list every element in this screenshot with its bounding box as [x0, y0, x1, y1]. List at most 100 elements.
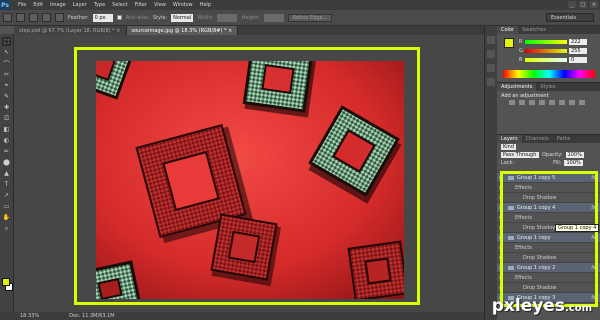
menu-image[interactable]: Image — [50, 2, 66, 8]
hue-saturation-icon[interactable] — [559, 100, 565, 105]
crop-icon[interactable]: ✂ — [2, 70, 11, 79]
lock-label: Lock: — [501, 160, 515, 166]
hand-icon[interactable]: ✋ — [2, 213, 11, 222]
height-label: Height: — [241, 14, 260, 21]
color-balance-icon[interactable] — [569, 100, 575, 105]
blur-icon[interactable]: ⬤ — [2, 158, 11, 167]
vibrance-icon[interactable] — [549, 100, 555, 105]
tab-paths[interactable]: Paths — [553, 135, 575, 143]
watermark-main: pxleyes — [491, 296, 565, 316]
canvas-highlight-box — [74, 47, 420, 305]
slider-g[interactable]: G 255 — [519, 48, 587, 54]
watermark-suffix: .com — [564, 303, 592, 314]
menu-layer[interactable]: Layer — [73, 2, 87, 8]
minimize-button[interactable]: _ — [568, 1, 576, 8]
black-white-icon[interactable] — [579, 100, 585, 105]
maximize-button[interactable]: □ — [579, 1, 587, 8]
photoshop-logo: Ps — [0, 0, 10, 10]
zoom-icon[interactable]: ⌕ — [2, 224, 11, 233]
new-selection-icon[interactable] — [16, 13, 25, 22]
tab-sourceimage[interactable]: sourceimage.jpg @ 18.3% (RGB/8#) * × — [126, 26, 239, 35]
width-input[interactable] — [217, 13, 238, 22]
adjustments-title: Add an adjustment — [501, 93, 549, 99]
add-selection-icon[interactable] — [29, 13, 38, 22]
channel-r-value[interactable]: 222 — [569, 39, 587, 45]
lasso-icon[interactable]: ⌒ — [2, 59, 11, 68]
stamp-icon[interactable]: ⎚ — [2, 114, 11, 123]
blend-mode-select[interactable]: Pass Through — [501, 152, 539, 158]
refine-edge-button[interactable]: Refine Edge... — [287, 13, 333, 22]
color-panel-swatch[interactable] — [504, 38, 514, 48]
menu-file[interactable]: File — [18, 2, 26, 8]
close-button[interactable]: × — [590, 1, 598, 8]
blend-row: Pass Through Opacity: 100% — [497, 151, 600, 159]
color-panel: R 222 G 255 B 0 — [497, 34, 600, 82]
type-icon[interactable]: T — [2, 180, 11, 189]
brush-panel-icon[interactable] — [487, 78, 495, 86]
tab-channels[interactable]: Channels — [522, 135, 553, 143]
marquee-icon[interactable]: ⬚ — [2, 37, 11, 46]
opacity-input[interactable]: 100% — [565, 152, 584, 158]
tab-adjustments[interactable]: Adjustments — [497, 83, 537, 91]
channel-b-value[interactable]: 0 — [569, 57, 587, 63]
slider-g-bar[interactable] — [525, 49, 567, 53]
menu-type[interactable]: Type — [94, 2, 105, 8]
slider-r[interactable]: R 222 — [519, 39, 587, 45]
path-select-icon[interactable]: ↗ — [2, 191, 11, 200]
adjustments-panel: Adjustments Styles Add an adjustment — [497, 82, 600, 112]
properties-panel-icon[interactable] — [487, 50, 495, 58]
gradient-icon[interactable]: ✏ — [2, 147, 11, 156]
subtract-selection-icon[interactable] — [42, 13, 51, 22]
eraser-icon[interactable]: ◐ — [2, 136, 11, 145]
slider-r-bar[interactable] — [525, 40, 567, 44]
brush-icon[interactable]: ✚ — [2, 103, 11, 112]
brightness-icon[interactable] — [509, 100, 515, 105]
tab-styles[interactable]: Styles — [536, 83, 559, 91]
adjustments-tabs: Adjustments Styles — [497, 83, 600, 91]
menu-window[interactable]: Window — [173, 2, 193, 8]
kind-filter-select[interactable]: Kind — [501, 144, 517, 150]
intersect-selection-icon[interactable] — [55, 13, 64, 22]
color-spectrum[interactable] — [503, 70, 595, 78]
feather-label: Feather: — [68, 14, 89, 21]
channel-g-value[interactable]: 255 — [569, 48, 587, 54]
adjustment-icons — [509, 100, 589, 105]
tab-layers[interactable]: Layers — [497, 135, 522, 143]
tab-step-psd[interactable]: step.psd @ 67.7% (Layer 18, RGB/8) * × — [14, 26, 127, 35]
fill-input[interactable]: 100% — [564, 160, 583, 166]
menu-view[interactable]: View — [154, 2, 166, 8]
history-panel-icon[interactable] — [487, 36, 495, 44]
shape-icon[interactable]: ▭ — [2, 202, 11, 211]
info-panel-icon[interactable] — [487, 64, 495, 72]
levels-icon[interactable] — [519, 100, 525, 105]
zoom-level[interactable]: 18.33% — [20, 313, 39, 319]
history-brush-icon[interactable]: ◧ — [2, 125, 11, 134]
channel-g-label: G — [519, 48, 523, 54]
curves-icon[interactable] — [529, 100, 535, 105]
doc-size: Doc: 11.3M/63.1M — [69, 313, 115, 319]
dodge-icon[interactable]: ▲ — [2, 169, 11, 178]
tab-color[interactable]: Color — [497, 26, 519, 34]
slider-b[interactable]: B 0 — [519, 57, 587, 63]
tab-swatches[interactable]: Swatches — [518, 26, 550, 34]
menu-select[interactable]: Select — [112, 2, 127, 8]
style-label: Style: — [152, 14, 168, 21]
color-panel-tabs: Color Swatches — [497, 26, 600, 34]
menu-help[interactable]: Help — [200, 2, 211, 8]
status-bar: 18.33% Doc: 11.3M/63.1M — [0, 312, 484, 320]
slider-b-bar[interactable] — [525, 58, 567, 62]
menu-filter[interactable]: Filter — [135, 2, 147, 8]
feather-input[interactable]: 0 px — [92, 13, 113, 22]
workspace-select[interactable]: Essentials — [546, 13, 594, 22]
marquee-tool-icon[interactable] — [3, 13, 12, 22]
style-select[interactable]: Normal — [171, 13, 194, 22]
antialias-checkbox[interactable] — [116, 15, 122, 20]
foreground-color-swatch[interactable] — [2, 278, 10, 286]
exposure-icon[interactable] — [539, 100, 545, 105]
move-icon[interactable]: ↖ — [2, 48, 11, 57]
main-menu: File Edit Image Layer Type Select Filter… — [18, 2, 211, 8]
height-input[interactable] — [263, 13, 284, 22]
menu-edit[interactable]: Edit — [33, 2, 43, 8]
eyedropper-icon[interactable]: ⌖ — [2, 81, 11, 90]
healing-icon[interactable]: ✎ — [2, 92, 11, 101]
